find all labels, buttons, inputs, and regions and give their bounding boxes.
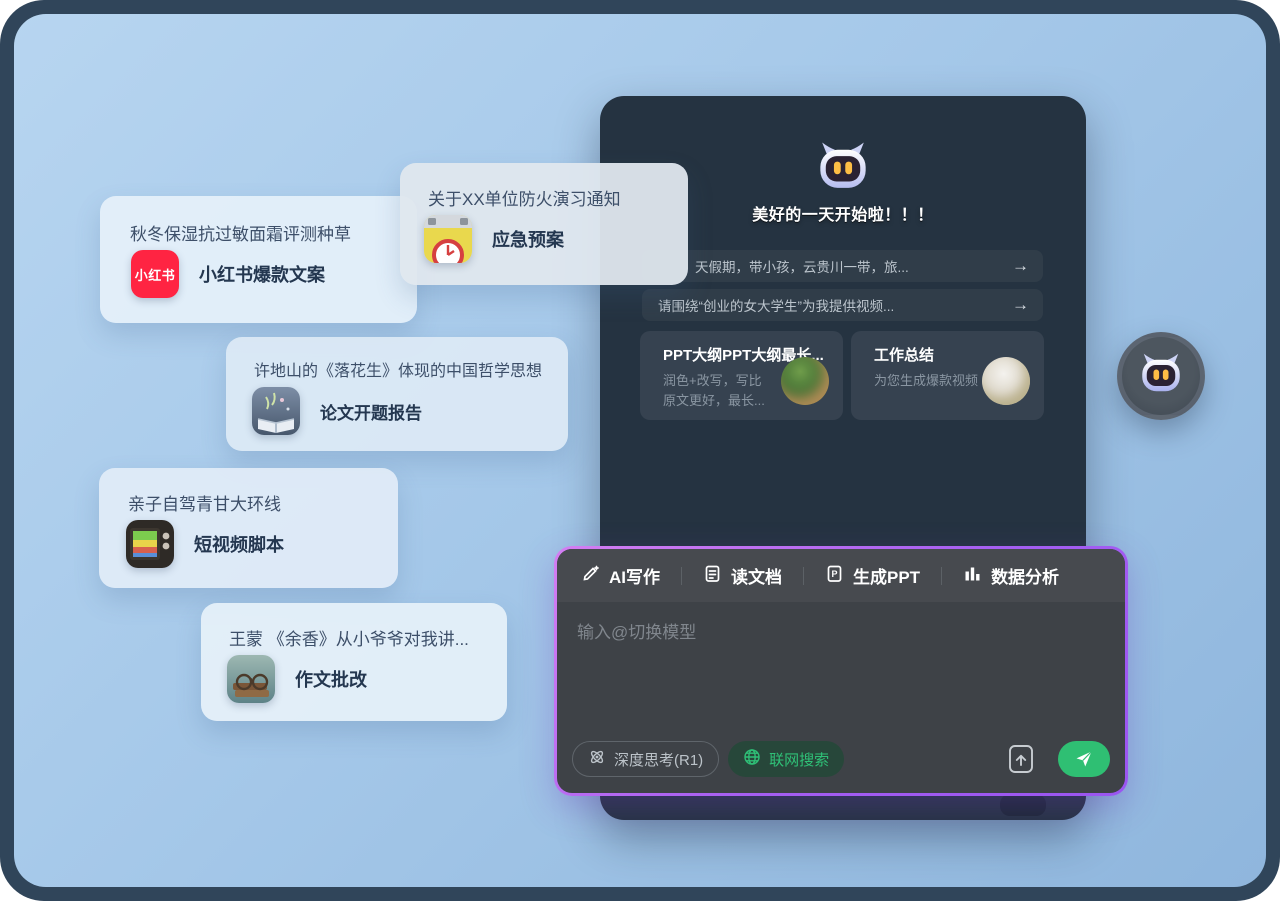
usecase-card-short-video-script[interactable]: 亲子自驾青甘大环线 短视频脚本 [99, 468, 398, 588]
globe-icon [743, 748, 761, 770]
app-screenshot: 美好的一天开始啦！！！ 天假期，带小孩，云贵川一带，旅... → 请围绕“创业的… [0, 0, 1280, 901]
usecase-card-xiaohongshu[interactable]: 秋冬保湿抗过敏面霜评测种草 小红书 小红书爆款文案 [100, 196, 417, 323]
usecase-card-emergency-plan[interactable]: 关于XX单位防火演习通知 应急预案 [400, 163, 688, 285]
usecase-card-thesis-proposal[interactable]: 许地山的《落花生》体现的中国哲学思想 论文开题报告 [226, 337, 568, 451]
suggestion-input-1[interactable]: 天假期，带小孩，云贵川一带，旅... → [642, 250, 1043, 282]
usecase-title: 亲子自驾青甘大环线 [128, 490, 281, 515]
web-search-toggle[interactable]: 联网搜索 [728, 741, 844, 777]
partially-hidden-button[interactable] [1000, 794, 1046, 816]
tab-ai-writing[interactable]: AI写作 [581, 563, 660, 588]
suggestion-card-title: 工作总结 [874, 344, 934, 365]
usecase-title: 王蒙 《余香》从小爷爷对我讲... [229, 625, 469, 650]
background-scene: 美好的一天开始啦！！！ 天假期，带小孩，云贵川一带，旅... → 请围绕“创业的… [14, 14, 1266, 887]
document-icon [703, 564, 722, 588]
arrow-right-icon: → [1012, 256, 1029, 276]
upload-file-button[interactable] [1005, 741, 1037, 777]
xiaohongshu-icon: 小红书 [131, 250, 179, 298]
suggestion-input-2-text: 请围绕“创业的女大学生”为我提供视频... [642, 295, 894, 315]
assistant-launcher-button[interactable] [1117, 332, 1205, 420]
send-button[interactable] [1058, 741, 1110, 777]
tab-generate-ppt[interactable]: P 生成PPT [825, 563, 920, 588]
usecase-title: 秋冬保湿抗过敏面霜评测种草 [130, 220, 351, 245]
ppt-file-icon: P [825, 564, 844, 588]
pen-sparkle-icon [581, 564, 600, 588]
svg-text:P: P [831, 569, 837, 579]
suggestion-card-ppt-outline[interactable]: PPT大纲PPT大纲最长... 润色+改写，写比 原文更好，最长... [640, 331, 843, 420]
suggestion-input-2[interactable]: 请围绕“创业的女大学生”为我提供视频... → [642, 289, 1043, 321]
divider [803, 567, 804, 585]
usecase-label: 应急预案 [492, 226, 564, 252]
usecase-label: 小红书爆款文案 [199, 261, 325, 287]
bar-chart-icon [963, 564, 982, 588]
suggestion-card-work-summary[interactable]: 工作总结 为您生成爆款视频 [851, 331, 1044, 420]
arrow-right-icon: → [1012, 295, 1029, 315]
composer-actions: 深度思考(R1) 联网搜索 [572, 740, 1110, 778]
open-book-icon [252, 387, 300, 435]
baby-avatar [982, 357, 1030, 405]
usecase-title: 许地山的《落花生》体现的中国哲学思想 [254, 357, 542, 381]
robot-mascot-icon [814, 138, 872, 196]
divider [941, 567, 942, 585]
grass-person-avatar [781, 357, 829, 405]
usecase-label: 论文开题报告 [320, 399, 422, 424]
suggestion-card-subtitle: 润色+改写，写比 原文更好，最长... [663, 371, 791, 411]
robot-mascot-icon [1137, 350, 1185, 403]
books-glasses-icon [227, 655, 275, 703]
atom-icon [588, 748, 606, 770]
usecase-title: 关于XX单位防火演习通知 [428, 185, 621, 210]
tab-read-document[interactable]: 读文档 [703, 563, 782, 588]
composer-toolbar: AI写作 读文档 [557, 549, 1125, 602]
message-input[interactable] [557, 602, 1125, 735]
usecase-card-essay-review[interactable]: 王蒙 《余香》从小爷爷对我讲... 作文批改 [201, 603, 507, 721]
retro-tv-icon [126, 520, 174, 568]
deep-think-toggle[interactable]: 深度思考(R1) [572, 741, 719, 777]
usecase-label: 短视频脚本 [194, 531, 284, 557]
chat-composer: AI写作 读文档 [554, 546, 1128, 796]
usecase-label: 作文批改 [295, 666, 367, 692]
tab-data-analysis[interactable]: 数据分析 [963, 563, 1059, 588]
divider [681, 567, 682, 585]
fire-truck-icon [424, 215, 472, 263]
